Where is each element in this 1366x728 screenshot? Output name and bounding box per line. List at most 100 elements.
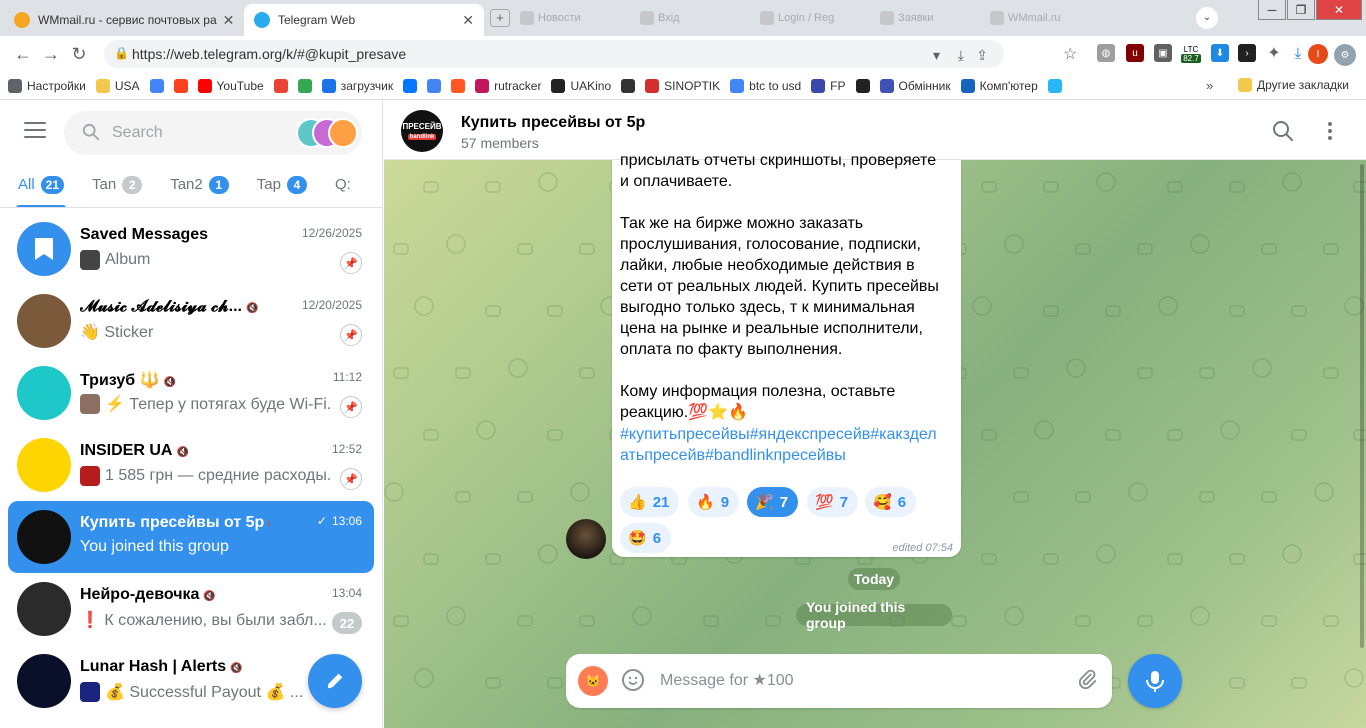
bookmark-item[interactable]: Обмінник bbox=[879, 78, 951, 93]
tab-search-icon[interactable]: ⌄ bbox=[1196, 7, 1218, 29]
chat-list-item[interactable]: Тризуб 🔱 🔇 11:12 ⚡ Тепер у потягах буде Wi-… bbox=[8, 357, 374, 429]
message-input[interactable] bbox=[660, 654, 1040, 708]
bookmark-star-icon[interactable]: ☆ bbox=[1063, 44, 1077, 64]
forward-arrow-icon[interactable]: → bbox=[38, 41, 64, 67]
folder-tab-tap[interactable]: Tap 4 bbox=[247, 162, 317, 207]
chat-title: Saved Messages bbox=[80, 226, 209, 243]
chat-avatar[interactable]: ПРЕСЕЙВ bandlink bbox=[401, 110, 443, 152]
chat-avatar bbox=[17, 582, 71, 636]
bookmark-item[interactable]: btc to usd bbox=[730, 78, 801, 93]
folder-tab-q[interactable]: Q: bbox=[325, 162, 361, 207]
bookmark-item[interactable] bbox=[451, 78, 466, 93]
blurred-tab[interactable]: Login / Reg bbox=[760, 8, 860, 28]
hashtag-line[interactable]: атьпресейв#bandlinkпресейвы bbox=[620, 445, 846, 466]
chat-title: Lunar Hash | Alerts 🔇 bbox=[80, 658, 243, 675]
close-window-icon[interactable]: ✕ bbox=[1316, 0, 1362, 20]
bookmark-item[interactable] bbox=[855, 78, 870, 93]
voice-record-button[interactable] bbox=[1128, 654, 1182, 708]
close-tab-icon[interactable]: ✕ bbox=[217, 12, 235, 29]
globe-extension-icon[interactable]: ◍ bbox=[1097, 44, 1115, 62]
translate-icon bbox=[427, 78, 442, 93]
more-options-icon[interactable] bbox=[1324, 120, 1336, 142]
folder-tab-tan[interactable]: Tan 2 bbox=[82, 162, 152, 207]
chat-list-item[interactable]: Нейро-девочка 🔇 13:04 ❗ К сожалению, вы был… bbox=[8, 573, 374, 645]
bookmark-item[interactable]: YouTube bbox=[197, 78, 264, 93]
bookmark-item[interactable]: Комп'ютер bbox=[960, 78, 1038, 93]
new-tab-button[interactable]: + bbox=[490, 9, 510, 27]
reaction-chip[interactable]: 💯 7 bbox=[807, 487, 859, 517]
new-message-button[interactable] bbox=[308, 654, 362, 708]
close-tab-icon[interactable]: ✕ bbox=[456, 12, 474, 29]
search-icon[interactable] bbox=[1272, 120, 1294, 142]
stories-avatars[interactable] bbox=[296, 118, 360, 148]
bookmark-item[interactable] bbox=[1047, 78, 1062, 93]
history-dropdown-icon[interactable]: ▾ bbox=[933, 47, 940, 64]
browser-tab-telegram[interactable]: Telegram Web ✕ bbox=[244, 4, 484, 36]
message-line: прослушивания, голосование, подписки, bbox=[620, 236, 921, 253]
main-menu-icon[interactable] bbox=[24, 122, 46, 138]
message-composer: 🐱 bbox=[566, 654, 1112, 708]
bookmark-item[interactable]: SINOPTIK bbox=[645, 78, 720, 93]
reload-icon[interactable]: ↻ bbox=[66, 41, 92, 67]
maximize-window-icon[interactable]: ❐ bbox=[1287, 0, 1315, 20]
diamond-icon bbox=[879, 78, 894, 93]
bookmark-item[interactable] bbox=[403, 78, 418, 93]
download-extension-icon[interactable]: ⬇ bbox=[1211, 44, 1229, 62]
chat-list-item[interactable]: 𝓜𝓾𝓼𝓲𝓬 𝓐𝓭𝓮𝓵𝓲𝓼𝓲𝔂𝓪 𝓬𝓱... 🔇 12/20/2025 👋 Sticke… bbox=[8, 285, 374, 357]
reaction-chip[interactable]: 👍 21 bbox=[620, 487, 680, 517]
bookmark-item[interactable] bbox=[273, 78, 288, 93]
reaction-chip[interactable]: 🎉 7 bbox=[747, 487, 799, 517]
hashtag-line[interactable]: #купитьпресейвы#яндекспресейв#какздел bbox=[620, 424, 937, 445]
bookmark-item[interactable]: rutracker bbox=[475, 78, 541, 93]
pin-icon: 📌 bbox=[340, 252, 362, 274]
sender-avatar[interactable] bbox=[566, 519, 606, 559]
message-bubble[interactable]: присылать отчеты скриншоты, проверяете и … bbox=[612, 152, 961, 557]
profile-avatar[interactable]: I bbox=[1308, 44, 1328, 64]
chat-list-item[interactable]: Купить пресейвы от 5р🔇 ✓13:06 You joined t… bbox=[8, 501, 374, 573]
install-app-icon[interactable]: ⤓ bbox=[958, 47, 964, 64]
profile-settings-icon[interactable]: ⚙ bbox=[1334, 44, 1356, 66]
bookmark-item[interactable]: Настройки bbox=[8, 78, 86, 93]
chat-list-item[interactable]: INSIDER UA 🔇 12:52 1 585 грн — средние расх… bbox=[8, 429, 374, 501]
reaction-chip[interactable]: 🥰 6 bbox=[865, 487, 917, 517]
folder-tab-all[interactable]: All 21 bbox=[8, 162, 74, 207]
bookmark-item[interactable] bbox=[173, 78, 188, 93]
back-arrow-icon[interactable]: ← bbox=[10, 41, 36, 67]
terminal-extension-icon[interactable]: › bbox=[1238, 44, 1256, 62]
minimize-window-icon[interactable]: ─ bbox=[1258, 0, 1286, 20]
bookmark-item[interactable] bbox=[427, 78, 442, 93]
puzzle-extensions-icon[interactable]: ✦ bbox=[1265, 44, 1283, 62]
bookmarks-overflow-icon[interactable]: » bbox=[1206, 78, 1213, 93]
bookmark-item[interactable] bbox=[621, 78, 636, 93]
emoji-icon[interactable] bbox=[622, 669, 644, 691]
chat-last-message: ❗ К сожалению, вы были забл... bbox=[80, 612, 327, 629]
story-avatar[interactable] bbox=[328, 118, 358, 148]
chat-list-item[interactable]: Saved Messages 12/26/2025 Album 📌 bbox=[8, 213, 374, 285]
address-bar[interactable]: 🔒 https://web.telegram.org/k/#@kupit_pre… bbox=[104, 40, 1004, 68]
briefcase-extension-icon[interactable]: ▣ bbox=[1154, 44, 1172, 62]
reaction-count: 6 bbox=[897, 493, 907, 511]
chat-scrollbar[interactable] bbox=[1360, 164, 1364, 648]
ublock-extension-icon[interactable]: u bbox=[1126, 44, 1144, 62]
folder-icon bbox=[95, 78, 110, 93]
bookmark-item[interactable]: USA bbox=[95, 78, 140, 93]
bookmark-item[interactable] bbox=[149, 78, 164, 93]
browser-tab-wmmail[interactable]: WMmail.ru - сервис почтовых ра ✕ bbox=[4, 4, 242, 36]
reaction-chip[interactable]: 🤩 6 bbox=[620, 523, 672, 553]
paperclip-icon[interactable] bbox=[1076, 669, 1098, 691]
bookmark-item[interactable]: UAKino bbox=[551, 78, 611, 93]
blurred-tab[interactable]: Вхід bbox=[640, 8, 740, 28]
bookmark-item[interactable]: загрузчик bbox=[321, 78, 393, 93]
send-as-avatar[interactable]: 🐱 bbox=[578, 666, 608, 696]
other-bookmarks-folder[interactable]: Другие закладки bbox=[1238, 78, 1349, 92]
blurred-tab[interactable]: Новости bbox=[520, 8, 620, 28]
blurred-tab[interactable]: Заявки bbox=[880, 8, 980, 28]
blurred-tab[interactable]: WMmail.ru bbox=[990, 8, 1090, 28]
reaction-chip[interactable]: 🔥 9 bbox=[688, 487, 740, 517]
bookmark-item[interactable] bbox=[297, 78, 312, 93]
ltc-price-extension[interactable]: LTC 82.7 bbox=[1179, 42, 1203, 66]
folder-tab-tan2[interactable]: Tan2 1 bbox=[160, 162, 239, 207]
bookmark-item[interactable]: FP bbox=[811, 78, 846, 93]
share-icon[interactable]: ⇪ bbox=[976, 47, 988, 64]
downloads-icon[interactable]: ⤓ bbox=[1289, 44, 1307, 62]
